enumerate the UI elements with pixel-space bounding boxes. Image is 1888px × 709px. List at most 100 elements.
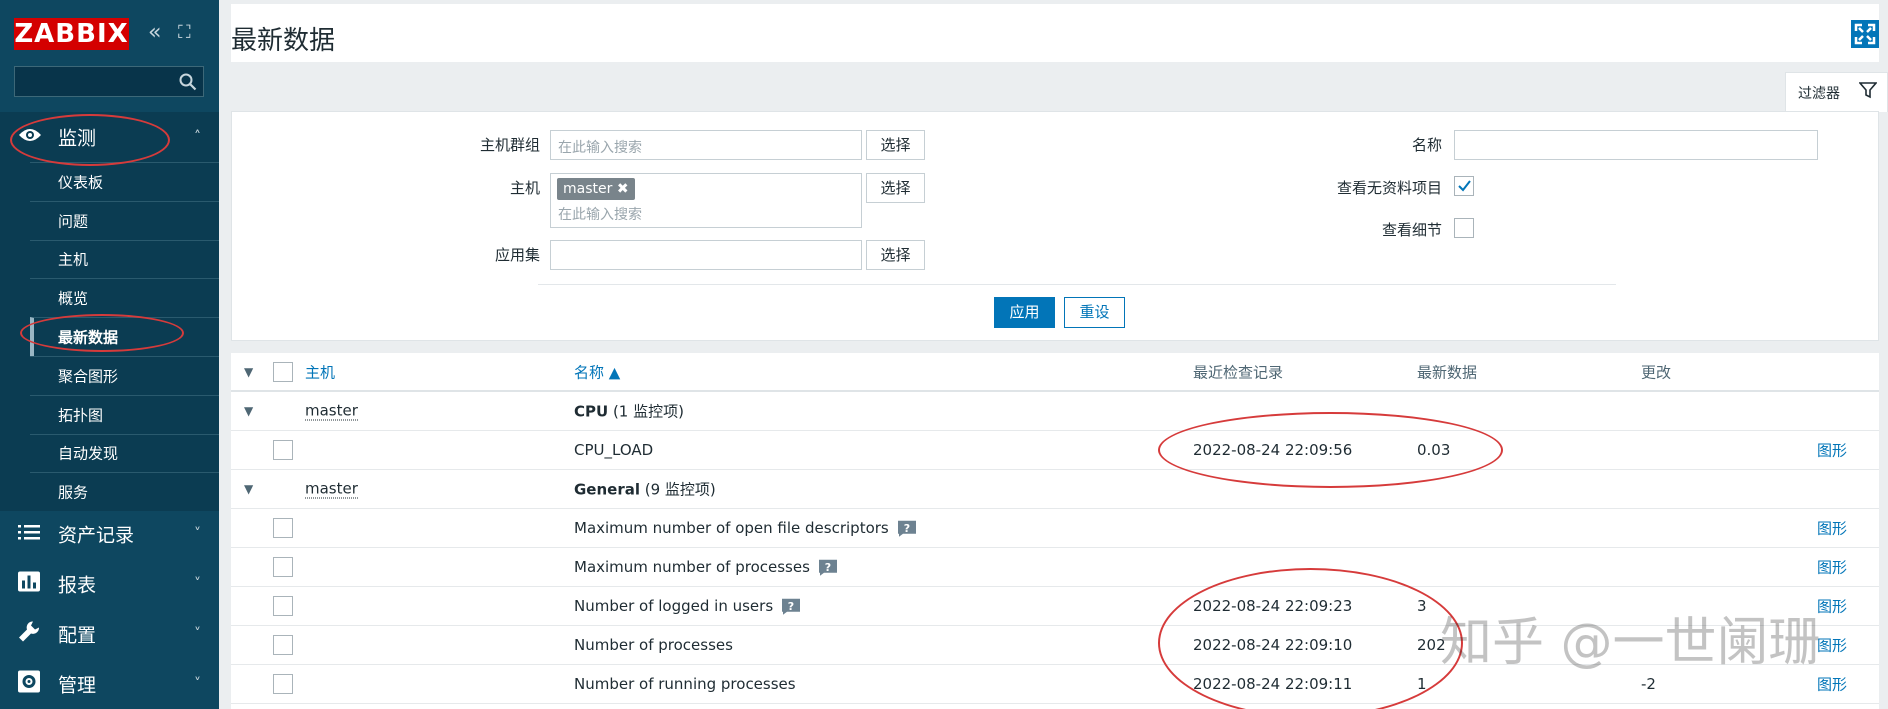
search-icon[interactable] <box>179 73 197 91</box>
table-header: ▼ 主机 名称 ▲ 最近检查记录 最新数据 更改 <box>231 353 1879 392</box>
item-last-check: 2022-08-24 22:09:11 <box>1193 675 1353 693</box>
show-details-label: 查看细节 <box>1381 221 1442 239</box>
chevron-down-icon: ˅ <box>194 576 201 592</box>
name-input[interactable] <box>1454 130 1818 160</box>
application-label: 应用集 <box>494 246 540 264</box>
nav-reports[interactable]: 报表 ˅ <box>0 559 219 609</box>
zabbix-logo[interactable]: ZABBIX <box>14 18 129 50</box>
show-no-data-label: 查看无资料项目 <box>1336 179 1442 197</box>
wrench-icon <box>18 621 40 648</box>
host-group-select-button[interactable]: 选择 <box>866 130 925 160</box>
sidebar-item-label: 服务 <box>58 483 89 502</box>
collapse-group-icon[interactable]: ▼ <box>244 482 253 496</box>
fullscreen-icon <box>1854 23 1876 45</box>
select-all-checkbox[interactable] <box>273 361 293 382</box>
help-icon[interactable]: ? <box>897 519 917 537</box>
nav-administration[interactable]: 管理 ˅ <box>0 659 219 709</box>
logo-row: ZABBIX « ⛶ <box>0 0 219 62</box>
row-checkbox[interactable] <box>273 674 293 694</box>
row-checkbox[interactable] <box>273 440 293 460</box>
sidebar-search-input[interactable] <box>14 66 204 97</box>
collapse-sidebar-icon[interactable]: « <box>148 20 161 46</box>
filter-divider <box>538 284 1616 285</box>
sidebar-item-discovery[interactable]: 自动发现 <box>30 433 219 473</box>
sidebar-item-dashboard[interactable]: 仪表板 <box>30 162 219 201</box>
item-change: -2 <box>1641 675 1656 693</box>
tab-filter[interactable]: 过滤器 <box>1785 72 1888 112</box>
graph-link[interactable]: 图形 <box>1817 674 1847 695</box>
sidebar-item-label: 主机 <box>58 250 89 269</box>
sidebar-item-problems[interactable]: 问题 <box>30 200 219 240</box>
header-name[interactable]: 名称 ▲ <box>574 361 620 382</box>
graph-link[interactable]: 图形 <box>1817 635 1847 656</box>
header-change: 更改 <box>1641 363 1672 381</box>
host-group-label: 主机群组 <box>479 136 540 154</box>
svg-text:?: ? <box>788 599 794 612</box>
nav-reports-label: 报表 <box>58 574 97 597</box>
kiosk-mode-icon[interactable]: ⛶ <box>178 20 191 46</box>
nav-administration-label: 管理 <box>58 674 97 697</box>
item-name-cell: Maximum number of processes? <box>574 558 838 577</box>
monitoring-submenu: 仪表板 问题 主机 概览 最新数据 聚合图形 拓扑图 自动发现 服务 <box>0 162 219 512</box>
sidebar-item-maps[interactable]: 拓扑图 <box>30 394 219 434</box>
row-checkbox[interactable] <box>273 518 293 538</box>
host-select-button[interactable]: 选择 <box>866 173 925 203</box>
apply-button[interactable]: 应用 <box>994 297 1055 328</box>
collapse-group-icon[interactable]: ▼ <box>244 404 253 418</box>
table-row: Maximum number of processes? 图形 <box>231 548 1879 587</box>
item-last-check: 2022-08-24 22:09:10 <box>1193 636 1353 654</box>
sidebar-item-label: 自动发现 <box>58 444 119 463</box>
svg-text:?: ? <box>825 560 831 573</box>
nav-configuration[interactable]: 配置 ˅ <box>0 609 219 659</box>
remove-tag-icon[interactable]: ✖ <box>617 181 629 197</box>
sidebar-item-hosts[interactable]: 主机 <box>30 239 219 279</box>
help-icon[interactable]: ? <box>781 597 801 615</box>
show-details-checkbox[interactable] <box>1454 218 1474 238</box>
chevron-down-icon: ˅ <box>194 676 201 692</box>
graph-link[interactable]: 图形 <box>1817 596 1847 617</box>
svg-text:?: ? <box>904 521 910 534</box>
collapse-all-icon[interactable]: ▼ <box>244 365 253 379</box>
host-link[interactable]: master <box>305 480 358 499</box>
application-select-button[interactable]: 选择 <box>866 240 925 270</box>
nav-inventory-label: 资产记录 <box>58 524 135 547</box>
header-host[interactable]: 主机 <box>305 361 335 382</box>
sidebar-item-label: 概览 <box>58 289 89 308</box>
host-multiselect-input[interactable]: master ✖ 在此输入搜索 <box>550 173 862 228</box>
sidebar-item-services[interactable]: 服务 <box>30 472 219 511</box>
item-name: Number of logged in users <box>574 596 774 615</box>
host-group-input[interactable]: 在此输入搜索 <box>550 130 862 160</box>
nav-monitoring[interactable]: 监测 ˄ <box>0 112 219 162</box>
table-group-row: ▼ master General (9 监控项) <box>231 470 1879 509</box>
host-link[interactable]: master <box>305 402 358 421</box>
table-row: CPU_LOAD 2022-08-24 22:09:56 0.03 图形 <box>231 431 1879 470</box>
sidebar-item-overview[interactable]: 概览 <box>30 278 219 317</box>
filter-icon <box>1859 82 1877 99</box>
fullscreen-button[interactable] <box>1851 20 1879 48</box>
application-count: (9 监控项) <box>640 480 716 499</box>
item-last-value: 0.03 <box>1417 441 1451 459</box>
name-label: 名称 <box>1411 136 1442 154</box>
row-checkbox[interactable] <box>273 596 293 616</box>
graph-link[interactable]: 图形 <box>1817 440 1847 461</box>
sidebar-item-latest-data[interactable]: 最新数据 <box>30 317 219 356</box>
watermark: 知乎 @一世阑珊 <box>1440 613 1821 673</box>
application-input[interactable] <box>550 240 862 270</box>
nav-monitoring-label: 监测 <box>58 127 97 150</box>
reset-button[interactable]: 重设 <box>1064 297 1125 328</box>
header-last-check: 最近检查记录 <box>1193 363 1284 381</box>
application-title: General <box>574 480 640 499</box>
row-checkbox[interactable] <box>273 557 293 577</box>
graph-link[interactable]: 图形 <box>1817 557 1847 578</box>
tab-filter-label: 过滤器 <box>1798 86 1840 102</box>
graph-link[interactable]: 图形 <box>1817 518 1847 539</box>
nav-inventory[interactable]: 资产记录 ˅ <box>0 509 219 559</box>
row-checkbox[interactable] <box>273 635 293 655</box>
help-icon[interactable]: ? <box>818 558 838 576</box>
list-icon <box>18 523 40 545</box>
sidebar-item-label: 最新数据 <box>58 328 119 347</box>
gear-icon <box>18 670 40 698</box>
sidebar-item-screens[interactable]: 聚合图形 <box>30 355 219 395</box>
sidebar-item-label: 聚合图形 <box>58 367 119 386</box>
show-no-data-checkbox[interactable] <box>1454 176 1474 196</box>
